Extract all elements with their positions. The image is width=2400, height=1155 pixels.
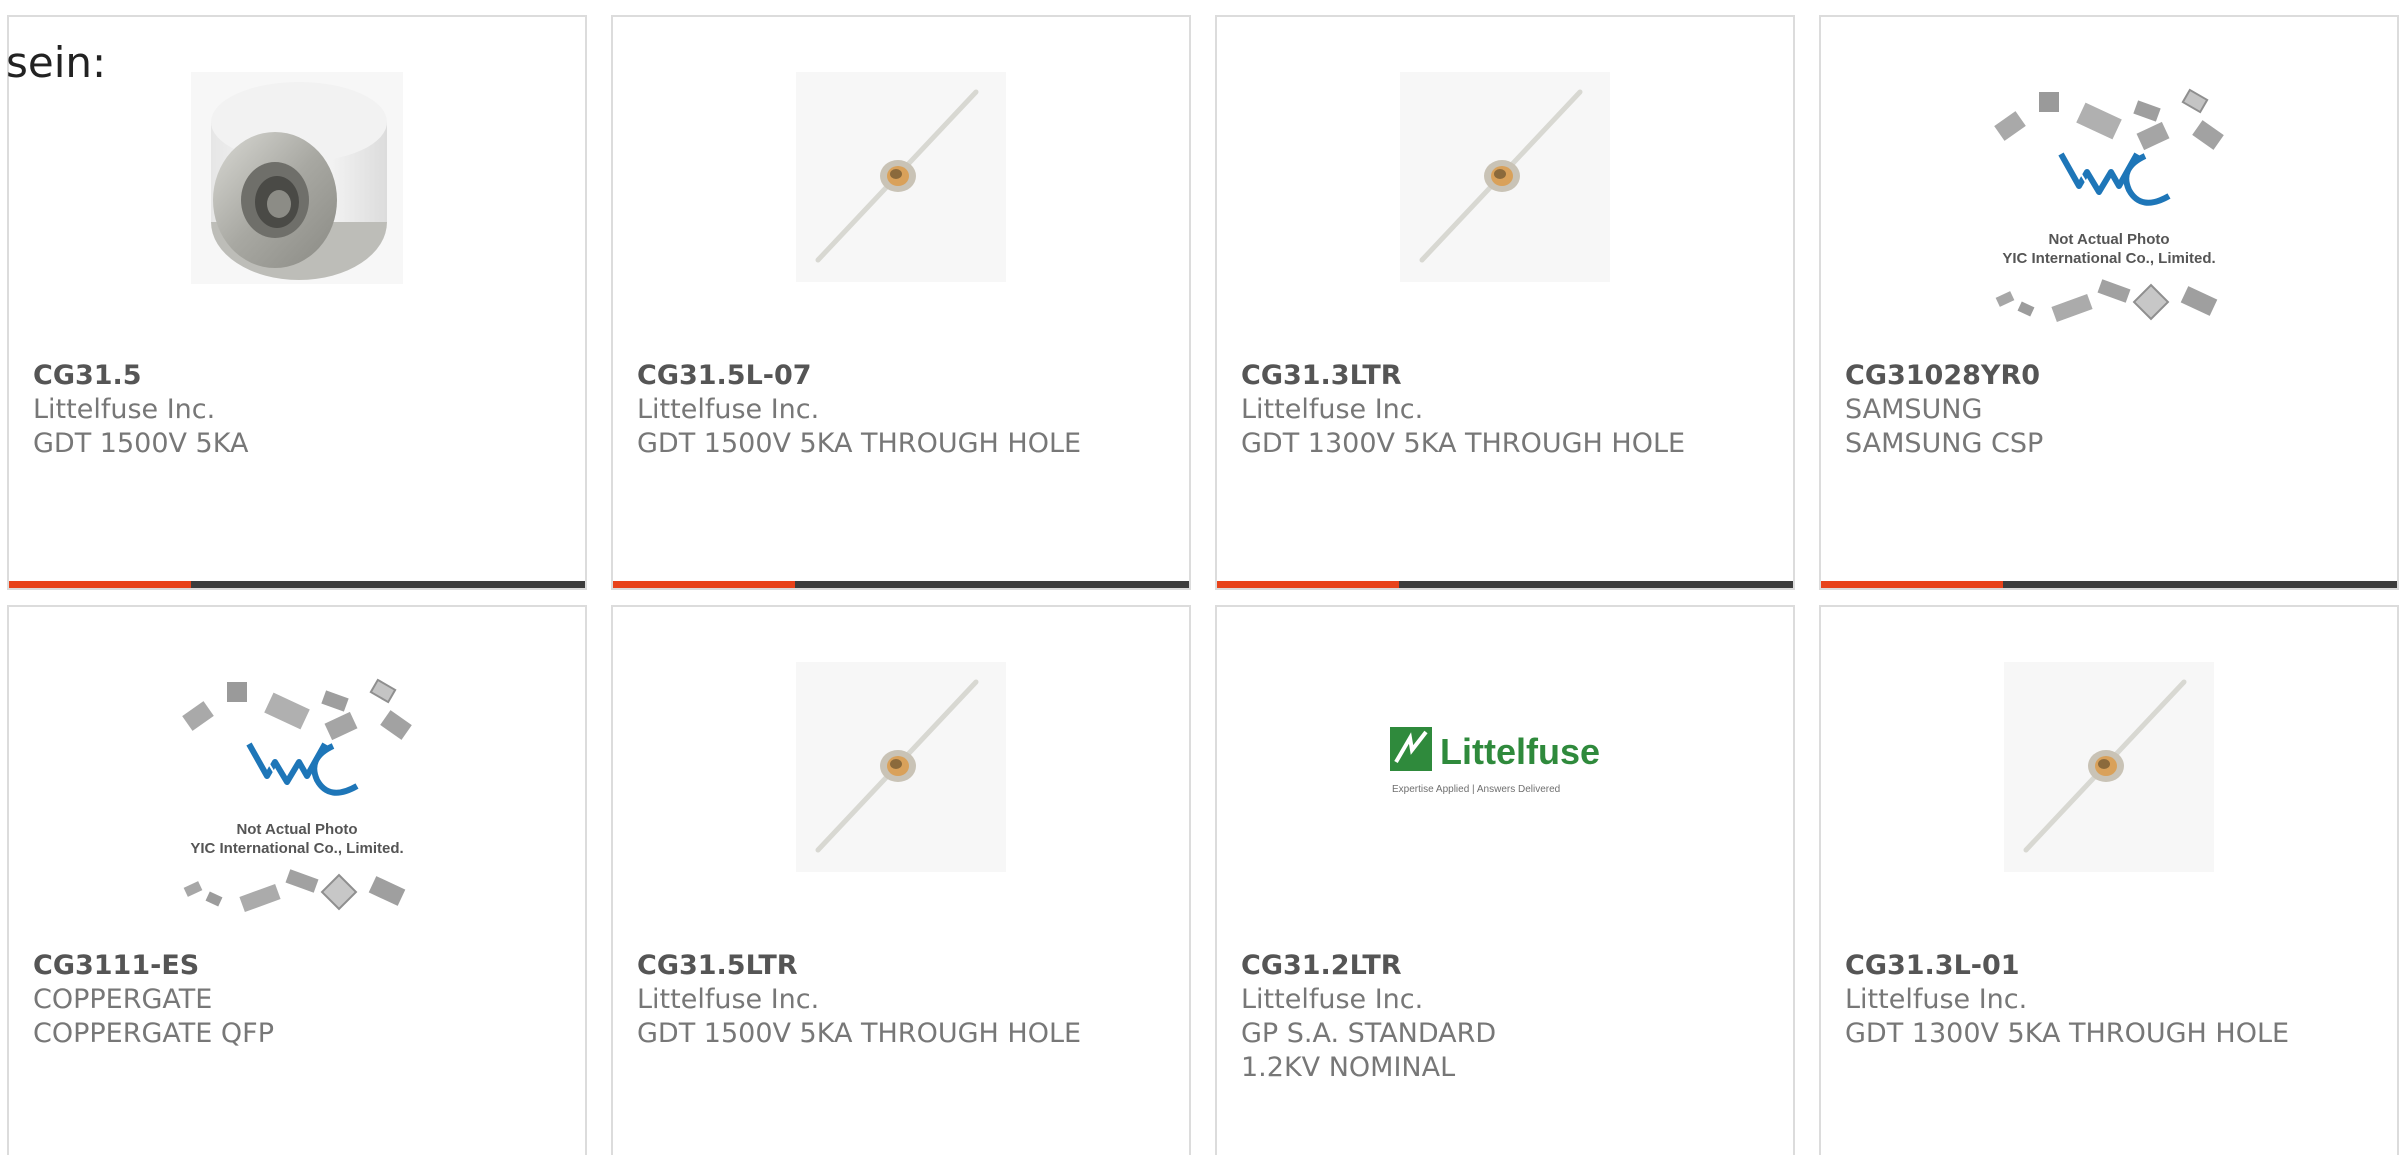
littelfuse-tagline-text: Expertise Applied | Answers Delivered [1392, 784, 1560, 795]
part-number-link[interactable]: CG31028YR0 [1845, 359, 2377, 393]
product-results-page: sein: CG31.5 Littelfuse Inc. GDT 1500V 5… [0, 0, 2400, 1155]
product-card[interactable]: CG31.3L-01 Littelfuse Inc. GDT 1300V 5KA… [1819, 605, 2399, 1155]
card-bottom-bar [1217, 581, 1793, 588]
card-accent-bar [9, 581, 191, 588]
description-label: GDT 1500V 5KA [33, 428, 249, 459]
product-card[interactable]: CG31.5 Littelfuse Inc. GDT 1500V 5KA [7, 15, 587, 590]
manufacturer-label: Littelfuse Inc. [1241, 984, 1424, 1015]
description-label: GP S.A. STANDARD 1.2KV NOMINAL [1241, 1018, 1497, 1083]
gdt-leaded-image [796, 72, 1006, 282]
product-image-area[interactable] [1821, 662, 2397, 952]
part-number-link[interactable]: CG31.3LTR [1241, 359, 1773, 393]
yic-placeholder-image: Not Actual Photo YIC International Co., … [1994, 88, 2224, 323]
product-card[interactable]: Littelfuse Expertise Applied | Answers D… [1215, 605, 1795, 1155]
manufacturer-label: SAMSUNG [1845, 394, 1983, 425]
card-bottom-bar [613, 581, 1189, 588]
card-bottom-bar [1821, 581, 2397, 588]
gdt-leaded-image [796, 662, 1006, 872]
part-number-link[interactable]: CG31.3L-01 [1845, 949, 2377, 983]
product-card[interactable]: CG31.5L-07 Littelfuse Inc. GDT 1500V 5KA… [611, 15, 1191, 590]
description-label: COPPERGATE QFP [33, 1018, 274, 1049]
product-image-area[interactable] [613, 72, 1189, 362]
manufacturer-label: Littelfuse Inc. [637, 984, 820, 1015]
part-number-link[interactable]: CG31.2LTR [1241, 949, 1773, 983]
card-accent-bar [1217, 581, 1399, 588]
littelfuse-logo-image: Littelfuse Expertise Applied | Answers D… [1390, 727, 1600, 795]
description-label: GDT 1300V 5KA THROUGH HOLE [1241, 428, 1686, 459]
yic-line2: YIC International Co., Limited. [190, 840, 403, 857]
manufacturer-label: Littelfuse Inc. [1845, 984, 2028, 1015]
product-image-area[interactable]: Littelfuse Expertise Applied | Answers D… [1217, 662, 1793, 952]
product-image-area[interactable] [1217, 72, 1793, 362]
card-accent-bar [613, 581, 795, 588]
gdt-leaded-image [2004, 662, 2214, 872]
product-card[interactable]: CG31.5LTR Littelfuse Inc. GDT 1500V 5KA … [611, 605, 1191, 1155]
part-number-link[interactable]: CG31.5 [33, 359, 565, 393]
yic-line2: YIC International Co., Limited. [2002, 250, 2215, 267]
intro-text: sein: [6, 38, 107, 87]
description-label: GDT 1300V 5KA THROUGH HOLE [1845, 1018, 2290, 1049]
part-number-link[interactable]: CG31.5L-07 [637, 359, 1169, 393]
description-label: GDT 1500V 5KA THROUGH HOLE [637, 428, 1082, 459]
product-card[interactable]: CG31.3LTR Littelfuse Inc. GDT 1300V 5KA … [1215, 15, 1795, 590]
gdt-disc-image [191, 72, 403, 284]
description-label: GDT 1500V 5KA THROUGH HOLE [637, 1018, 1082, 1049]
manufacturer-label: Littelfuse Inc. [637, 394, 820, 425]
littelfuse-brand-text: Littelfuse [1440, 731, 1600, 772]
yic-line1: Not Actual Photo [236, 821, 357, 838]
product-image-area[interactable] [9, 72, 585, 362]
card-bottom-bar [9, 581, 585, 588]
part-number-link[interactable]: CG31.5LTR [637, 949, 1169, 983]
manufacturer-label: COPPERGATE [33, 984, 213, 1015]
manufacturer-label: Littelfuse Inc. [33, 394, 216, 425]
product-image-area[interactable]: Not Actual Photo YIC International Co., … [9, 662, 585, 952]
part-number-link[interactable]: CG3111-ES [33, 949, 565, 983]
yic-placeholder-image: Not Actual Photo YIC International Co., … [182, 678, 412, 913]
product-image-area[interactable]: Not Actual Photo YIC International Co., … [1821, 72, 2397, 362]
description-label: SAMSUNG CSP [1845, 428, 2044, 459]
product-image-area[interactable] [613, 662, 1189, 952]
yic-line1: Not Actual Photo [2048, 231, 2169, 248]
gdt-leaded-image [1400, 72, 1610, 282]
product-card[interactable]: Not Actual Photo YIC International Co., … [7, 605, 587, 1155]
manufacturer-label: Littelfuse Inc. [1241, 394, 1424, 425]
product-card[interactable]: Not Actual Photo YIC International Co., … [1819, 15, 2399, 590]
card-accent-bar [1821, 581, 2003, 588]
